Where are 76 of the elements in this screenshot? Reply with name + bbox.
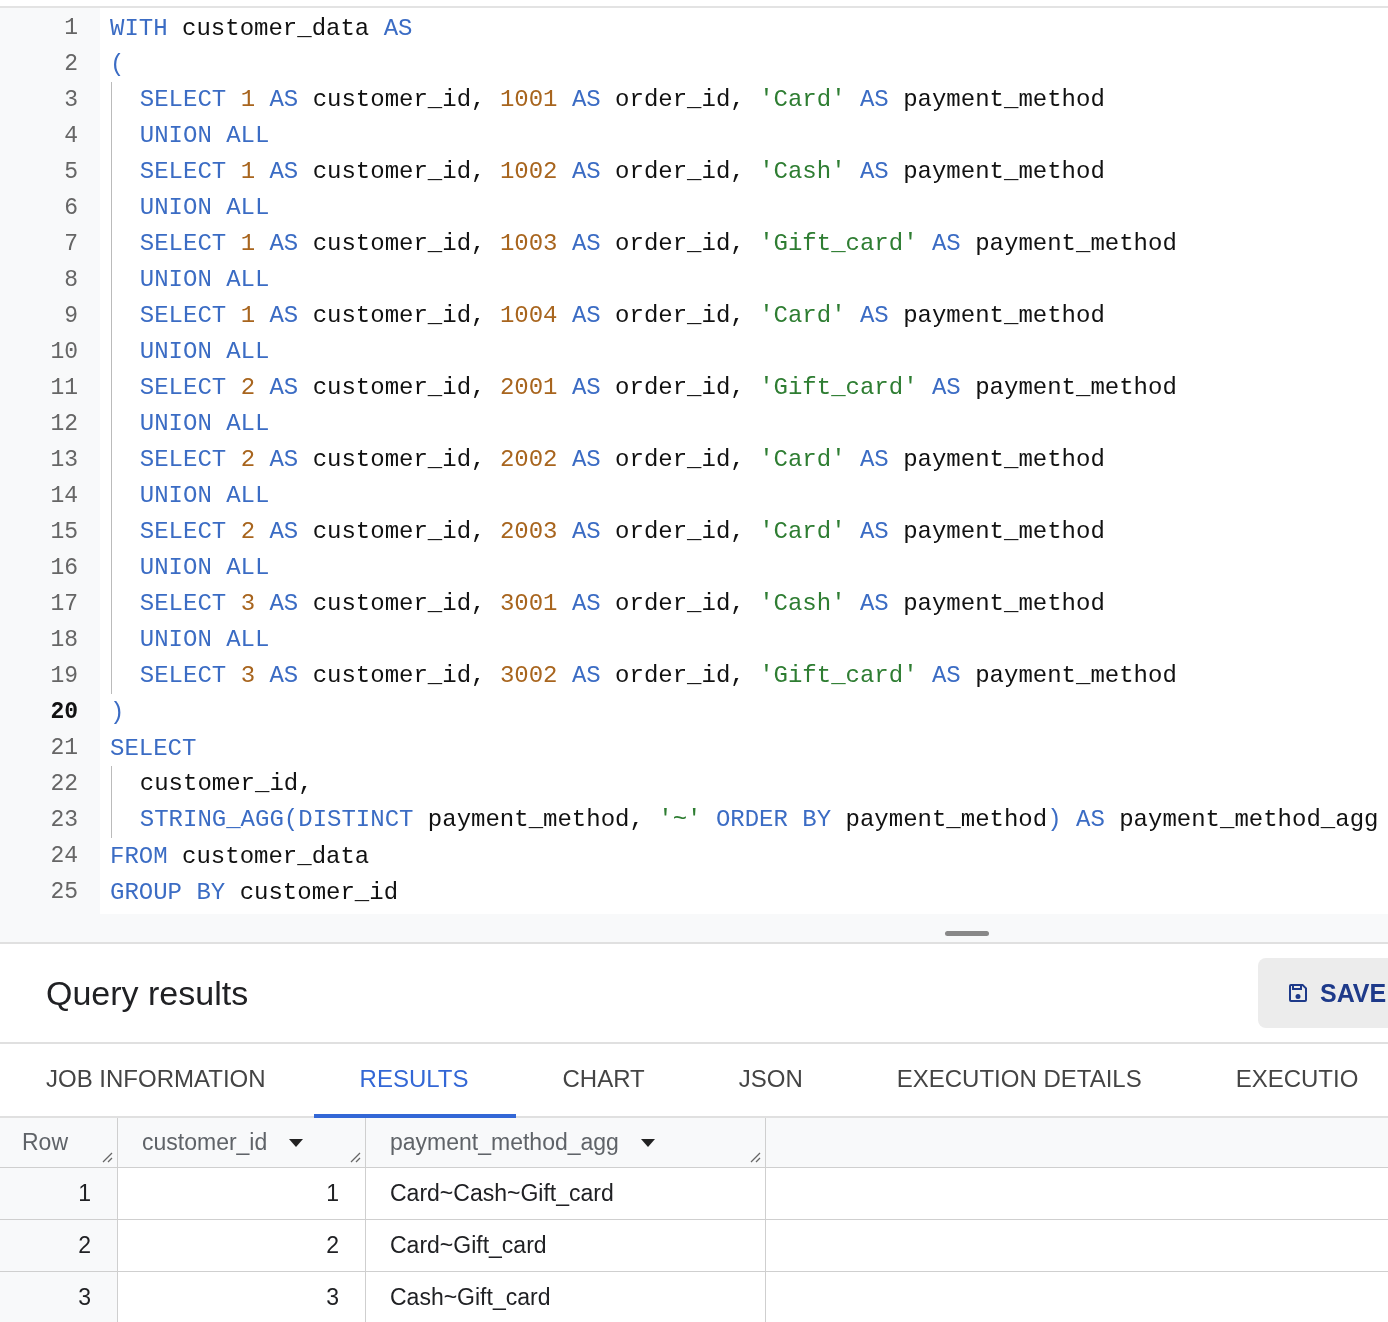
resize-grip-icon[interactable] bbox=[749, 1151, 761, 1163]
save-icon bbox=[1286, 981, 1310, 1005]
code-line: UNION ALL bbox=[111, 262, 270, 298]
line-number: 7 bbox=[64, 231, 78, 257]
line-number: 15 bbox=[50, 519, 78, 545]
resize-grip-icon[interactable] bbox=[101, 1151, 113, 1163]
table-cell: Cash~Gift_card bbox=[390, 1284, 551, 1311]
code-line: GROUP BY customer_id bbox=[110, 878, 399, 906]
line-number: 10 bbox=[50, 339, 78, 365]
code-line: SELECT 1 AS customer_id, 1003 AS order_id, 'Gift_card' AS payment_method bbox=[111, 226, 1177, 262]
results-tab[interactable]: EXECUTIO bbox=[1189, 1044, 1388, 1118]
line-number: 23 bbox=[50, 807, 78, 833]
table-cell: 2 bbox=[326, 1232, 339, 1259]
code-line: SELECT 1 AS customer_id, 1002 AS order_id, 'Cash' AS payment_method bbox=[111, 154, 1105, 190]
line-number: 19 bbox=[50, 663, 78, 689]
line-number: 16 bbox=[50, 555, 78, 581]
line-number: 3 bbox=[64, 87, 78, 113]
code-line: UNION ALL bbox=[111, 478, 270, 514]
line-number: 22 bbox=[50, 771, 78, 797]
line-number: 2 bbox=[64, 51, 78, 77]
code-line: SELECT 3 AS customer_id, 3002 AS order_id, 'Gift_card' AS payment_method bbox=[111, 658, 1177, 694]
resize-handle[interactable] bbox=[945, 931, 989, 936]
line-number: 12 bbox=[50, 411, 78, 437]
code-line: ( bbox=[110, 50, 125, 78]
table-cell: 3 bbox=[78, 1284, 91, 1311]
code-line: UNION ALL bbox=[111, 622, 270, 658]
line-number: 1 bbox=[64, 15, 78, 41]
table-cell: 1 bbox=[78, 1180, 91, 1207]
code-line: UNION ALL bbox=[111, 118, 270, 154]
code-line: customer_id, bbox=[111, 766, 313, 802]
resize-grip-icon[interactable] bbox=[349, 1151, 361, 1163]
save-button[interactable]: SAVE bbox=[1258, 958, 1388, 1028]
line-number: 6 bbox=[64, 195, 78, 221]
code-line: UNION ALL bbox=[111, 550, 270, 586]
code-line: SELECT 2 AS customer_id, 2002 AS order_id, 'Card' AS payment_method bbox=[111, 442, 1105, 478]
line-number: 5 bbox=[64, 159, 78, 185]
line-number: 11 bbox=[50, 375, 78, 401]
line-number: 25 bbox=[50, 879, 78, 905]
results-tab[interactable]: JSON bbox=[692, 1044, 851, 1118]
table-cell: 2 bbox=[78, 1232, 91, 1259]
code-line: SELECT bbox=[110, 734, 197, 762]
line-number: 8 bbox=[64, 267, 78, 293]
code-line: SELECT 1 AS customer_id, 1001 AS order_id, 'Card' AS payment_method bbox=[111, 82, 1105, 118]
code-line: ) bbox=[110, 698, 125, 726]
line-number: 14 bbox=[50, 483, 78, 509]
code-line: FROM customer_data bbox=[110, 842, 370, 870]
code-line: SELECT 2 AS customer_id, 2001 AS order_id, 'Gift_card' AS payment_method bbox=[111, 370, 1177, 406]
column-header: customer_id bbox=[142, 1129, 268, 1156]
column-header: payment_method_agg bbox=[390, 1129, 619, 1156]
line-number: 9 bbox=[64, 303, 78, 329]
line-number: 24 bbox=[50, 843, 78, 869]
line-number: 18 bbox=[50, 627, 78, 653]
caret-icon[interactable] bbox=[289, 1138, 304, 1147]
results-tab[interactable]: EXECUTION DETAILS bbox=[850, 1044, 1190, 1118]
table-cell: Card~Cash~Gift_card bbox=[390, 1180, 614, 1207]
line-number: 21 bbox=[50, 735, 78, 761]
line-number: 4 bbox=[64, 123, 78, 149]
results-tab[interactable]: CHART bbox=[516, 1044, 693, 1118]
code-line: SELECT 1 AS customer_id, 1004 AS order_id, 'Card' AS payment_method bbox=[111, 298, 1105, 334]
code-line: SELECT 3 AS customer_id, 3001 AS order_id, 'Cash' AS payment_method bbox=[111, 586, 1105, 622]
code-line: UNION ALL bbox=[111, 190, 270, 226]
line-number: 13 bbox=[50, 447, 78, 473]
line-number: 17 bbox=[50, 591, 78, 617]
code-line: UNION ALL bbox=[111, 406, 270, 442]
code-line: STRING_AGG(DISTINCT payment_method, '~' ORDER BY payment_method) AS payment_method_agg bbox=[111, 802, 1379, 838]
code-line: WITH customer_data AS bbox=[110, 14, 413, 42]
line-number: 20 bbox=[50, 699, 78, 725]
caret-icon[interactable] bbox=[640, 1138, 655, 1147]
code-line: UNION ALL bbox=[111, 334, 270, 370]
column-header: Row bbox=[22, 1129, 68, 1156]
table-cell: 1 bbox=[326, 1180, 339, 1207]
results-tab[interactable]: JOB INFORMATION bbox=[0, 1044, 314, 1118]
results-title: Query results bbox=[46, 973, 249, 1013]
table-cell: Card~Gift_card bbox=[390, 1232, 547, 1259]
table-cell: 3 bbox=[326, 1284, 339, 1311]
code-line: SELECT 2 AS customer_id, 2003 AS order_id, 'Card' AS payment_method bbox=[111, 514, 1105, 550]
